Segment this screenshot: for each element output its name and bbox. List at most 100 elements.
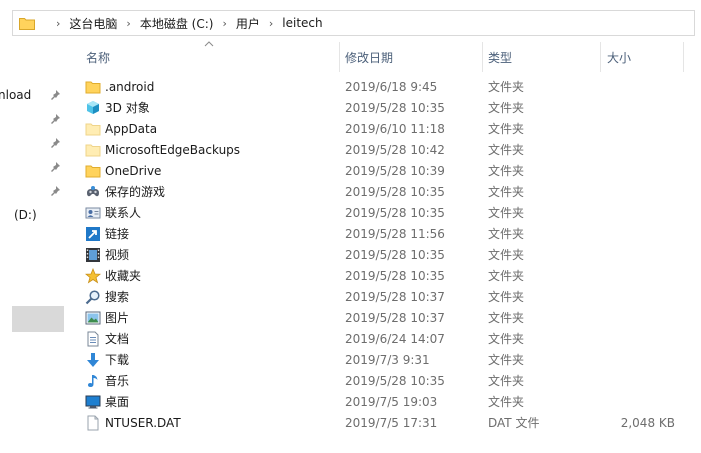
table-row[interactable]: NTUSER.DAT 2019/7/5 17:31 DAT 文件 2,048 K… <box>80 412 684 433</box>
nav-item-drive-d[interactable]: (D:) <box>0 204 68 226</box>
file-type: 文件夹 <box>488 227 525 241</box>
file-icon <box>85 415 101 431</box>
table-row[interactable]: 收藏夹 2019/5/28 10:35 文件夹 <box>80 265 684 286</box>
table-row[interactable]: 3D 对象 2019/5/28 10:35 文件夹 <box>80 97 684 118</box>
navigation-pane: nload (D:) <box>0 40 68 453</box>
nav-item-downloads[interactable]: nload <box>0 84 68 106</box>
file-size <box>605 370 675 391</box>
table-row[interactable]: 搜索 2019/5/28 10:37 文件夹 <box>80 286 684 307</box>
nav-item-pinned-5[interactable] <box>0 180 68 202</box>
breadcrumb-this-pc[interactable]: 这台电脑 <box>69 15 117 32</box>
file-name: MicrosoftEdgeBackups <box>105 142 241 157</box>
searches-icon <box>85 289 101 305</box>
file-name: 文档 <box>105 332 130 346</box>
file-type: 文件夹 <box>488 374 525 388</box>
desktop-icon <box>85 394 101 410</box>
documents-icon <box>85 331 101 347</box>
table-row[interactable]: MicrosoftEdgeBackups 2019/5/28 10:42 文件夹 <box>80 139 684 160</box>
chevron-right-icon[interactable]: › <box>126 17 130 30</box>
address-bar[interactable]: › 这台电脑 › 本地磁盘 (C:) › 用户 › leitech <box>12 10 695 36</box>
column-type[interactable]: 类型 <box>483 42 601 72</box>
column-size[interactable]: 大小 <box>601 42 684 72</box>
table-row[interactable]: 下载 2019/7/3 9:31 文件夹 <box>80 349 684 370</box>
file-name: 桌面 <box>105 395 130 409</box>
pin-icon[interactable] <box>49 113 61 125</box>
table-row[interactable]: 文档 2019/6/24 14:07 文件夹 <box>80 328 684 349</box>
downloads-icon <box>85 352 101 368</box>
file-size <box>605 244 675 265</box>
nav-item-pinned-4[interactable] <box>0 156 68 178</box>
file-name: 链接 <box>105 227 130 241</box>
table-row[interactable]: 图片 2019/5/28 10:37 文件夹 <box>80 307 684 328</box>
pin-icon[interactable] <box>49 89 61 101</box>
table-row[interactable]: 视频 2019/5/28 10:35 文件夹 <box>80 244 684 265</box>
chevron-right-icon[interactable]: › <box>269 17 273 30</box>
file-date: 2019/5/28 10:35 <box>345 205 445 220</box>
file-date: 2019/5/28 10:39 <box>345 163 445 178</box>
table-row[interactable]: 保存的游戏 2019/5/28 10:35 文件夹 <box>80 181 684 202</box>
file-name: 音乐 <box>105 374 130 388</box>
file-size <box>605 349 675 370</box>
file-name: 搜索 <box>105 290 130 304</box>
links-icon <box>85 226 101 242</box>
nav-item-label: nload <box>0 88 32 102</box>
column-name-label: 名称 <box>86 50 111 65</box>
file-size <box>605 181 675 202</box>
table-row[interactable]: AppData 2019/6/10 11:18 文件夹 <box>80 118 684 139</box>
file-size <box>605 202 675 223</box>
column-size-label: 大小 <box>607 50 632 65</box>
file-size <box>605 97 675 118</box>
chevron-right-icon[interactable]: › <box>222 17 226 30</box>
file-type: 文件夹 <box>488 353 525 367</box>
folder-hidden-icon <box>85 142 101 158</box>
file-type: 文件夹 <box>488 311 525 325</box>
file-type: 文件夹 <box>488 395 525 409</box>
breadcrumb-users[interactable]: 用户 <box>236 15 260 32</box>
file-type: 文件夹 <box>488 164 525 178</box>
videos-icon <box>85 247 101 263</box>
pin-icon[interactable] <box>49 161 61 173</box>
table-row[interactable]: 音乐 2019/5/28 10:35 文件夹 <box>80 370 684 391</box>
table-row[interactable]: .android 2019/6/18 9:45 文件夹 <box>80 76 684 97</box>
pictures-icon <box>85 310 101 326</box>
file-name: 视频 <box>105 248 130 262</box>
column-date[interactable]: 修改日期 <box>340 42 483 72</box>
file-size: 2,048 KB <box>620 415 675 430</box>
file-date: 2019/5/28 10:35 <box>345 268 445 283</box>
column-divider[interactable] <box>683 42 684 72</box>
folder-hidden-icon <box>85 121 101 137</box>
file-size <box>605 328 675 349</box>
table-row[interactable]: OneDrive 2019/5/28 10:39 文件夹 <box>80 160 684 181</box>
chevron-right-icon[interactable]: › <box>56 17 60 30</box>
file-name: 3D 对象 <box>105 101 150 115</box>
folder-icon <box>85 163 101 179</box>
contacts-icon <box>85 205 101 221</box>
file-type: 文件夹 <box>488 101 525 115</box>
pin-icon[interactable] <box>49 185 61 197</box>
nav-item-pinned-2[interactable] <box>0 108 68 130</box>
nav-item-selected[interactable] <box>12 306 64 332</box>
column-name[interactable]: 名称 <box>80 42 340 72</box>
pin-icon[interactable] <box>49 137 61 149</box>
file-date: 2019/5/28 10:35 <box>345 373 445 388</box>
file-date: 2019/5/28 10:35 <box>345 184 445 199</box>
column-date-label: 修改日期 <box>345 50 394 65</box>
file-date: 2019/5/28 10:37 <box>345 289 445 304</box>
breadcrumb-local-disk[interactable]: 本地磁盘 (C:) <box>140 15 214 32</box>
breadcrumb: › 这台电脑 › 本地磁盘 (C:) › 用户 › leitech <box>47 11 323 35</box>
column-type-label: 类型 <box>488 50 513 65</box>
file-type: 文件夹 <box>488 143 525 157</box>
table-row[interactable]: 链接 2019/5/28 11:56 文件夹 <box>80 223 684 244</box>
file-size <box>605 223 675 244</box>
table-row[interactable]: 桌面 2019/7/5 19:03 文件夹 <box>80 391 684 412</box>
breadcrumb-leitech[interactable]: leitech <box>282 16 322 30</box>
3d-objects-icon <box>85 100 101 116</box>
file-size <box>605 118 675 139</box>
table-row[interactable]: 联系人 2019/5/28 10:35 文件夹 <box>80 202 684 223</box>
nav-item-pinned-3[interactable] <box>0 132 68 154</box>
file-name: AppData <box>105 121 158 136</box>
file-name: 联系人 <box>105 206 142 220</box>
file-size <box>605 286 675 307</box>
file-type: 文件夹 <box>488 269 525 283</box>
file-date: 2019/7/5 17:31 <box>345 415 438 430</box>
